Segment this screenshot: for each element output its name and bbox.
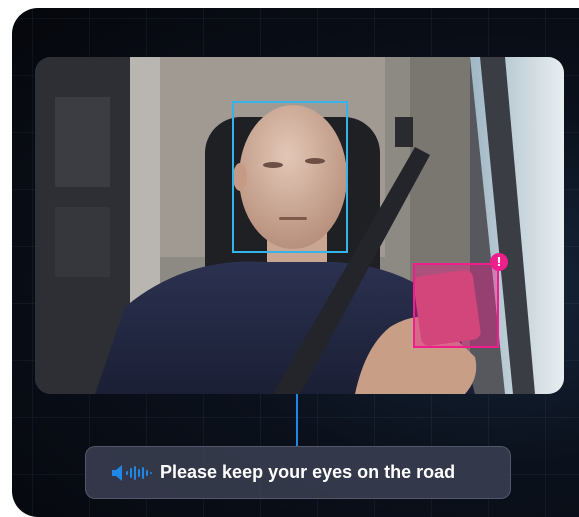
- face-detection-box: [232, 101, 348, 253]
- exclamation-icon: !: [490, 253, 508, 271]
- speaker-sound-icon: [112, 465, 152, 481]
- phone-detection-box: [413, 263, 499, 348]
- alert-message: Please keep your eyes on the road: [160, 462, 456, 482]
- voice-alert-banner: Please keep your eyes on the road: [85, 446, 511, 499]
- cabin-camera-feed: !: [35, 57, 564, 394]
- driver-monitoring-panel: ! Please keep your eyes on the road: [12, 8, 579, 517]
- alert-connector-line: [296, 394, 298, 446]
